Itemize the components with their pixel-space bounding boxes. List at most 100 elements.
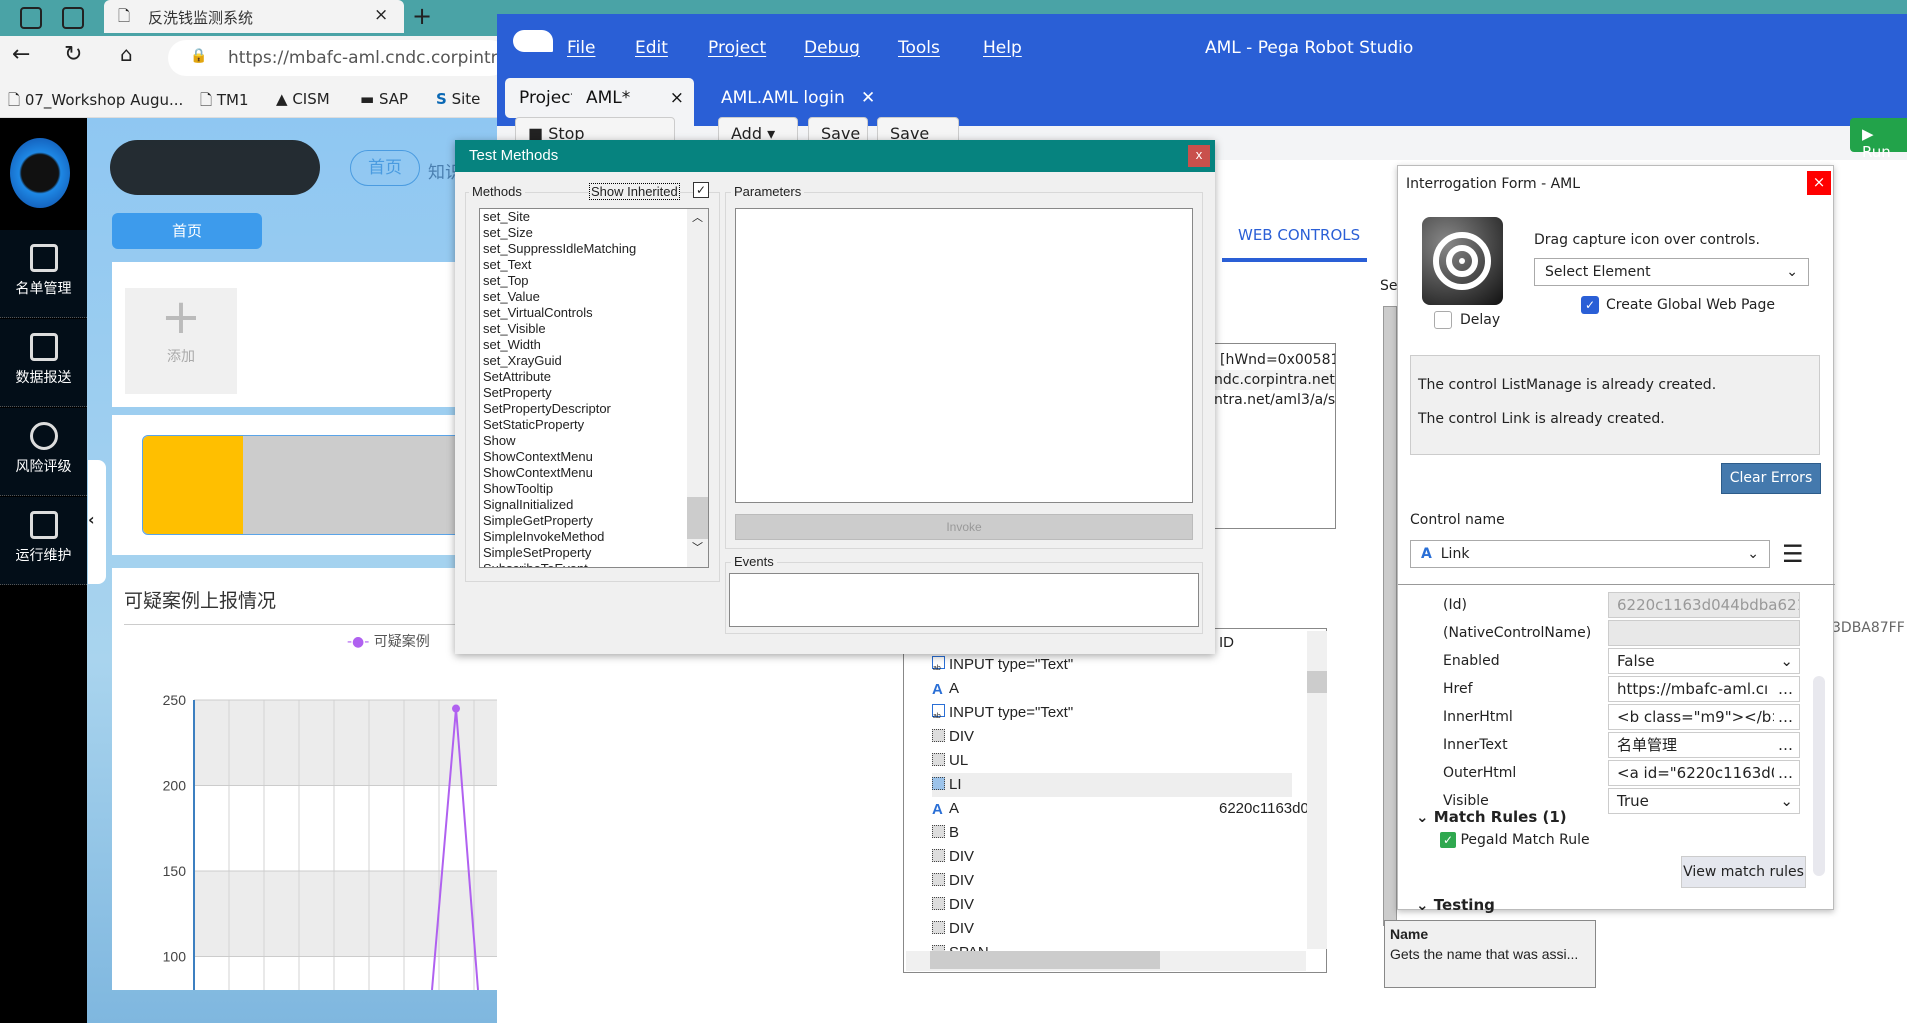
method-item[interactable]: set_Value [480,289,708,305]
nav-risk-rating[interactable]: 风险评级 [0,408,87,496]
match-rule-item[interactable]: ✓ PegaId Match Rule [1440,832,1590,848]
tree-row[interactable]: DIV [932,917,1292,941]
method-item[interactable]: set_SuppressIdleMatching [480,241,708,257]
tree-row[interactable]: DIV [932,845,1292,869]
clear-errors-button[interactable]: Clear Errors [1721,463,1821,494]
window-item[interactable]: [hWnd=0x005819 [1214,350,1335,370]
ellipsis-button[interactable]: … [1774,705,1793,729]
nav-operations[interactable]: 运行维护 [0,497,87,585]
method-item[interactable]: SimpleGetProperty [480,513,708,529]
tree-row[interactable]: ab INPUT type="Text" [932,653,1292,677]
method-item[interactable]: SetPropertyDescriptor [480,401,708,417]
method-item[interactable]: SetProperty [480,385,708,401]
workspaces-icon[interactable] [20,7,42,29]
window-item[interactable]: ntra.net/aml3/a/sy [1214,390,1335,410]
methods-list[interactable]: set_Site set_Size set_SuppressIdleMatching… [479,208,709,568]
bookmark-workshop[interactable]: 🗋 07_Workshop Augu... [8,90,183,115]
property-value[interactable]: False ⌄ [1608,648,1800,674]
method-item[interactable]: set_Width [480,337,708,353]
id-column-header[interactable]: ID [1219,634,1234,651]
method-item[interactable]: SignalInitialized [480,497,708,513]
method-item[interactable]: set_Top [480,273,708,289]
delay-checkbox[interactable] [1434,311,1452,329]
scroll-thumb[interactable] [687,497,708,539]
header-tab-home[interactable]: 首页 [350,150,420,186]
control-name-dropdown[interactable]: A Link ⌄ [1410,540,1770,568]
nav-data-report[interactable]: 数据报送 [0,319,87,407]
home-button[interactable]: 首页 [112,213,262,249]
method-item[interactable]: SubscribeToEvent [480,561,708,567]
collapse-nav-button[interactable]: ‹ [88,460,106,584]
tree-row[interactable]: DIV [932,869,1292,893]
property-value[interactable]: <b class="m9"></b>… [1608,704,1800,730]
refresh-icon[interactable]: ↻ [64,42,82,67]
parameters-box[interactable] [735,208,1193,503]
property-value[interactable]: 名单管理… [1608,732,1800,758]
global-web-page-checkbox[interactable]: ✓ [1581,296,1599,314]
close-dialog-button[interactable]: x [1188,145,1210,167]
window-item[interactable]: ndc.corpintra.net/a [1214,370,1335,390]
close-tab-icon[interactable]: ✕ [861,88,875,108]
property-value[interactable]: <a id="6220c1163d0… [1608,760,1800,786]
back-icon[interactable]: ← [12,42,30,67]
browser-tab[interactable]: 🗋 反洗钱监测系统 × [104,0,404,33]
url-text[interactable]: https://mbafc-aml.cndc.corpintra.n [228,48,524,68]
home-icon[interactable]: ⌂ [120,42,133,66]
side-scroll-strip[interactable] [1383,306,1397,926]
menu-edit[interactable]: Edit [635,38,668,58]
show-inherited-label[interactable]: Show Inherited [589,183,680,200]
show-inherited-checkbox[interactable]: ✓ [693,182,709,198]
select-element-dropdown[interactable]: Select Element ⌄ [1534,258,1809,286]
tab-actions-icon[interactable] [62,7,84,29]
scroll-up-icon[interactable]: ︿ [687,209,708,225]
menu-project[interactable]: Project [708,38,766,58]
menu-debug[interactable]: Debug [804,38,860,58]
method-item[interactable]: set_Site [480,209,708,225]
tree-row[interactable]: ab INPUT type="Text" [932,701,1292,725]
tree-row[interactable]: AA [932,677,1292,701]
testing-header[interactable]: ⌄ Testing [1416,896,1495,914]
ellipsis-button[interactable]: … [1774,733,1793,757]
ellipsis-button[interactable]: … [1774,677,1793,701]
property-value[interactable]: True ⌄ [1608,788,1800,814]
tree-row[interactable]: DIV [932,893,1292,917]
method-item[interactable]: SetAttribute [480,369,708,385]
method-item[interactable]: SimpleInvokeMethod [480,529,708,545]
scroll-thumb[interactable] [930,951,1160,969]
tree-row[interactable]: A A 6220c1163d0 [932,797,1309,821]
method-item[interactable]: set_XrayGuid [480,353,708,369]
chart-legend[interactable]: -●- 可疑案例 [347,631,430,651]
address-bar[interactable]: 🔒 https://mbafc-aml.cndc.corpintra.n [168,40,524,76]
menu-tools[interactable]: Tools [898,38,940,58]
nav-list-management[interactable]: 名单管理 [0,230,87,318]
chevron-down-icon[interactable]: ⌄ [1776,789,1793,813]
property-value[interactable]: https://mbafc-aml.cı… [1608,676,1800,702]
method-item[interactable]: set_Size [480,225,708,241]
bookmark-site[interactable]: S Site [436,90,480,108]
new-tab-icon[interactable]: + [412,2,432,30]
task-tile[interactable] [142,435,502,535]
vertical-scrollbar[interactable] [1307,631,1327,949]
close-tab-icon[interactable]: × [670,88,684,108]
tree-row[interactable]: UL [932,749,1292,773]
events-box[interactable] [729,573,1199,627]
properties-scrollbar[interactable] [1813,676,1825,876]
horizontal-scrollbar[interactable] [906,951,1306,971]
menu-help[interactable]: Help [983,38,1022,58]
tree-row[interactable]: DIV [932,725,1292,749]
match-rules-header[interactable]: ⌄ Match Rules (1) [1416,808,1567,826]
add-shortcut-button[interactable]: + 添加 [125,288,237,394]
method-item[interactable]: set_Text [480,257,708,273]
methods-scrollbar[interactable]: ︿ ﹀ [687,209,708,567]
scroll-thumb[interactable] [1307,671,1327,693]
bookmark-sap[interactable]: ▬ SAP [360,90,408,108]
close-tab-icon[interactable]: × [374,5,388,25]
close-form-button[interactable]: × [1807,171,1831,195]
method-item[interactable]: SetStaticProperty [480,417,708,433]
capture-target-icon[interactable] [1422,217,1503,305]
scroll-down-icon[interactable]: ﹀ [687,539,708,555]
method-item[interactable]: ShowContextMenu [480,449,708,465]
tab-aml-login[interactable]: AML.AML login ✕ [707,78,889,118]
tree-row[interactable]: LI [932,773,1292,797]
window-list[interactable]: [hWnd=0x005819 ndc.corpintra.net/a ntra.… [1213,343,1336,529]
